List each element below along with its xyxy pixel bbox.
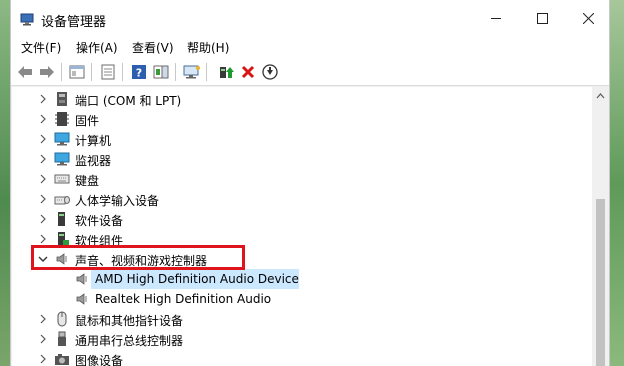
- speaker-icon: [76, 293, 87, 305]
- tree-item-usb-controllers[interactable]: 通用串行总线控制器: [12, 329, 592, 349]
- update-list-icon: [101, 64, 115, 80]
- window-title: 设备管理器: [41, 15, 107, 30]
- chevron-right-icon[interactable]: [37, 93, 49, 105]
- update-driver-icon: [220, 67, 234, 78]
- forward-button[interactable]: [38, 63, 56, 81]
- svg-text:?: ?: [136, 67, 142, 80]
- tree-item-label: 端口 (COM 和 LPT): [75, 94, 182, 108]
- menu-file[interactable]: 文件(F): [21, 39, 61, 56]
- uninstall-device-button[interactable]: [239, 63, 257, 81]
- disable-device-button[interactable]: [261, 63, 279, 81]
- minimize-icon: [490, 17, 501, 19]
- help-icon: ?: [132, 65, 146, 80]
- show-pane-button[interactable]: [152, 63, 170, 81]
- tree-item-label: Realtek High Definition Audio: [95, 292, 272, 306]
- tree-item-label: AMD High Definition Audio Device: [95, 272, 299, 286]
- speaker-icon: [76, 273, 87, 285]
- uninstall-icon: [241, 65, 255, 79]
- properties-pane-button[interactable]: [68, 63, 86, 81]
- tree-item-imaging-devices[interactable]: 图像设备: [12, 349, 592, 366]
- update-driver-button[interactable]: [217, 63, 235, 81]
- close-button[interactable]: [565, 0, 611, 36]
- software-device-icon: [58, 212, 65, 226]
- scan-hardware-button[interactable]: [183, 63, 201, 81]
- tree-item-label: 软件设备: [75, 214, 124, 228]
- scroll-up-button[interactable]: [592, 87, 609, 104]
- close-icon: [582, 12, 594, 24]
- tree-item-label: 图像设备: [75, 354, 124, 366]
- toolbar-separator: [91, 63, 92, 81]
- firmware-icon: [55, 112, 69, 126]
- chevron-right-icon[interactable]: [37, 353, 49, 365]
- show-pane-icon: [153, 65, 169, 79]
- menu-action[interactable]: 操作(A): [76, 39, 118, 56]
- help-button[interactable]: ?: [130, 63, 148, 81]
- device-manager-app-icon: [20, 13, 34, 26]
- tree-item-firmware[interactable]: 固件: [12, 109, 592, 129]
- toolbar-separator: [206, 63, 207, 81]
- maximize-icon: [536, 12, 548, 24]
- computer-icon: [54, 132, 70, 146]
- properties-pane-icon: [69, 65, 85, 79]
- tree-item-realtek-hd-audio[interactable]: Realtek High Definition Audio: [12, 289, 592, 309]
- chevron-right-icon[interactable]: [37, 133, 49, 145]
- title-bar[interactable]: 设备管理器: [11, 0, 609, 36]
- tree-item-amd-hd-audio[interactable]: AMD High Definition Audio Device: [12, 269, 592, 289]
- mouse-icon: [57, 311, 67, 327]
- tree-item-label: 人体学输入设备: [75, 194, 160, 208]
- camera-icon: [55, 354, 69, 365]
- tree-item-monitors[interactable]: 监视器: [12, 149, 592, 169]
- download-icon: [262, 64, 278, 80]
- chevron-up-icon: [596, 92, 605, 98]
- hid-icon: [54, 196, 70, 205]
- minimize-button[interactable]: [473, 0, 519, 36]
- usb-icon: [58, 331, 66, 346]
- back-button[interactable]: [16, 63, 34, 81]
- monitor-icon: [54, 152, 70, 166]
- menu-bar: 文件(F) 操作(A) 查看(V) 帮助(H): [11, 36, 609, 58]
- tree-item-computer[interactable]: 计算机: [12, 129, 592, 149]
- tree-item-mice[interactable]: 鼠标和其他指针设备: [12, 309, 592, 329]
- tree-item-label: 固件: [75, 114, 100, 128]
- vertical-scrollbar[interactable]: [592, 87, 609, 366]
- chevron-right-icon[interactable]: [37, 333, 49, 345]
- chevron-right-icon[interactable]: [37, 313, 49, 325]
- tree-item-label: 监视器: [75, 154, 112, 168]
- back-icon: [18, 66, 32, 78]
- toolbar: ?: [11, 58, 609, 86]
- forward-icon: [40, 66, 54, 78]
- scan-hardware-icon: [183, 65, 200, 79]
- scrollbar-thumb[interactable]: [596, 199, 605, 366]
- chevron-right-icon[interactable]: [37, 173, 49, 185]
- menu-view[interactable]: 查看(V): [132, 39, 174, 56]
- tree-item-hid[interactable]: 人体学输入设备: [12, 189, 592, 209]
- device-tree: 端口 (COM 和 LPT) 固件 计算机 监视器 键盘 人体学输入设备 软件设…: [12, 87, 592, 366]
- tree-item-ports[interactable]: 端口 (COM 和 LPT): [12, 89, 592, 109]
- desktop-background-left: [0, 0, 10, 366]
- update-list-button[interactable]: [99, 63, 117, 81]
- chevron-right-icon[interactable]: [37, 233, 49, 245]
- port-icon: [57, 92, 67, 106]
- chevron-right-icon[interactable]: [37, 153, 49, 165]
- tree-item-label: 鼠标和其他指针设备: [75, 314, 184, 328]
- maximize-button[interactable]: [519, 0, 565, 36]
- tree-item-software-devices[interactable]: 软件设备: [12, 209, 592, 229]
- toolbar-separator: [175, 63, 176, 81]
- tree-item-keyboards[interactable]: 键盘: [12, 169, 592, 189]
- highlight-annotation-box: [31, 245, 245, 270]
- chevron-right-icon[interactable]: [37, 213, 49, 225]
- device-manager-window: 设备管理器 文件(F) 操作(A) 查看(V) 帮助(H) ? 端口 (COM …: [10, 0, 610, 366]
- keyboard-icon: [54, 174, 70, 184]
- tree-item-label: 键盘: [75, 174, 100, 188]
- desktop-background-right: [610, 0, 624, 366]
- toolbar-separator: [61, 63, 62, 81]
- chevron-right-icon[interactable]: [37, 113, 49, 125]
- toolbar-separator: [122, 63, 123, 81]
- tree-item-label: 计算机: [75, 134, 112, 148]
- chevron-right-icon[interactable]: [37, 193, 49, 205]
- menu-help[interactable]: 帮助(H): [187, 39, 229, 56]
- tree-item-label: 通用串行总线控制器: [75, 334, 184, 348]
